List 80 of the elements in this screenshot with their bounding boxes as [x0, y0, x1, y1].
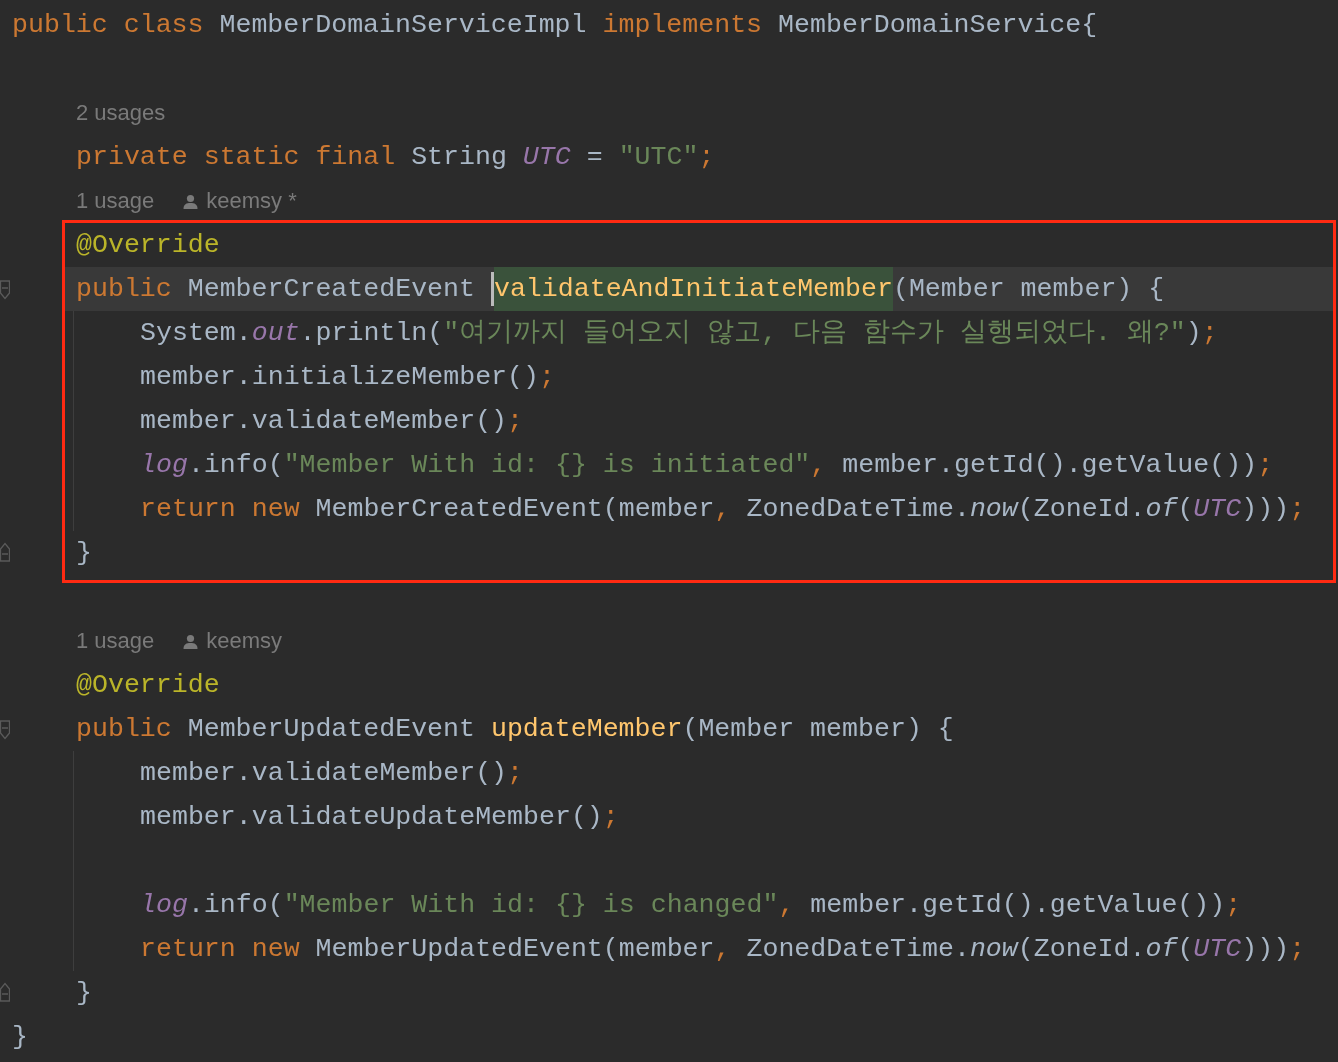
punctuation: ;: [602, 801, 619, 834]
code-text: }: [12, 1021, 28, 1054]
string-literal: "여기까지 들어오지 않고, 다음 함수가 실행되었다. 왜?": [443, 317, 1186, 350]
method-call: now: [969, 493, 1018, 526]
usages-hint[interactable]: 2 usages: [76, 91, 166, 135]
code-text: ): [1185, 317, 1202, 350]
code-text: member.getId().getValue()): [842, 449, 1258, 482]
code-text: member.validateMember(): [140, 757, 508, 790]
code-text: =: [585, 141, 604, 174]
keyword: return new: [140, 933, 301, 966]
fold-marker-icon[interactable]: [0, 982, 10, 1004]
static-field-name: UTC: [522, 141, 571, 174]
string-literal: "Member With id: {} is changed": [283, 889, 779, 922]
static-field-name: log: [140, 889, 188, 922]
person-icon: [183, 633, 199, 649]
punctuation: ;: [1289, 933, 1306, 966]
keyword: public: [76, 273, 173, 306]
punctuation: ;: [1225, 889, 1242, 922]
string-literal: "UTC": [618, 141, 699, 174]
code-text: .info(: [187, 889, 284, 922]
static-field-name: UTC: [1193, 933, 1242, 966]
code-text: ))): [1241, 493, 1290, 526]
person-icon: [183, 193, 199, 209]
method-call: now: [969, 933, 1018, 966]
code-text: member.validateMember(): [140, 405, 508, 438]
string-literal: "Member With id: {} is initiated": [283, 449, 811, 482]
annotation: @Override: [76, 669, 220, 702]
static-field-name: out: [251, 317, 300, 350]
keyword: implements: [602, 9, 764, 42]
keyword: return new: [140, 493, 301, 526]
punctuation: ,: [714, 493, 732, 526]
code-text: MemberCreatedEvent: [187, 273, 476, 306]
code-text: ZonedDateTime.: [746, 933, 970, 966]
keyword: public: [76, 713, 173, 746]
punctuation: ;: [1201, 317, 1218, 350]
code-text: ZonedDateTime.: [746, 493, 970, 526]
method-name: validateAndInitiateMember: [493, 267, 893, 311]
code-text: (Member member) {: [682, 713, 954, 746]
code-text: .println(: [299, 317, 444, 350]
code-text: MemberUpdatedEvent(member: [315, 933, 715, 966]
author-hint[interactable]: keemsy: [206, 619, 283, 663]
code-text: System.: [140, 317, 252, 350]
punctuation: ,: [778, 889, 796, 922]
punctuation: ;: [698, 141, 715, 174]
code-text: .info(: [187, 449, 284, 482]
code-text: }: [76, 977, 92, 1010]
annotation: @Override: [76, 229, 220, 262]
punctuation: ;: [539, 361, 555, 394]
code-text: MemberDomainServiceImpl: [219, 9, 588, 42]
code-text: member.getId().getValue()): [810, 889, 1226, 922]
fold-marker-icon[interactable]: [0, 278, 10, 300]
keyword: private static final: [76, 141, 397, 174]
code-text: member.validateUpdateMember(): [140, 801, 603, 834]
code-text: (: [1177, 933, 1194, 966]
usages-hint[interactable]: 1 usage: [76, 179, 155, 223]
code-text: MemberCreatedEvent(member: [315, 493, 715, 526]
code-text: MemberUpdatedEvent: [187, 713, 476, 746]
code-text: (Member member) {: [892, 273, 1165, 306]
code-text: member.initializeMember(): [140, 361, 539, 394]
punctuation: ;: [1289, 493, 1306, 526]
fold-marker-icon[interactable]: [0, 542, 10, 564]
static-field-name: log: [140, 449, 188, 482]
punctuation: ,: [810, 449, 828, 482]
code-text: }: [76, 537, 92, 570]
method-call: of: [1145, 493, 1178, 526]
author-hint[interactable]: keemsy *: [206, 179, 297, 223]
method-call: of: [1145, 933, 1178, 966]
usages-hint[interactable]: 1 usage: [76, 619, 155, 663]
code-text: String: [411, 141, 508, 174]
code-text: MemberDomainService{: [778, 9, 1098, 42]
static-field-name: UTC: [1193, 493, 1242, 526]
keyword: public class: [12, 9, 205, 42]
fold-marker-icon[interactable]: [0, 718, 10, 740]
punctuation: ,: [714, 933, 732, 966]
punctuation: ;: [507, 405, 524, 438]
code-text: ))): [1241, 933, 1290, 966]
method-name: updateMember: [490, 713, 683, 746]
punctuation: ;: [507, 757, 524, 790]
punctuation: ;: [1257, 449, 1274, 482]
code-text: (: [1177, 493, 1194, 526]
